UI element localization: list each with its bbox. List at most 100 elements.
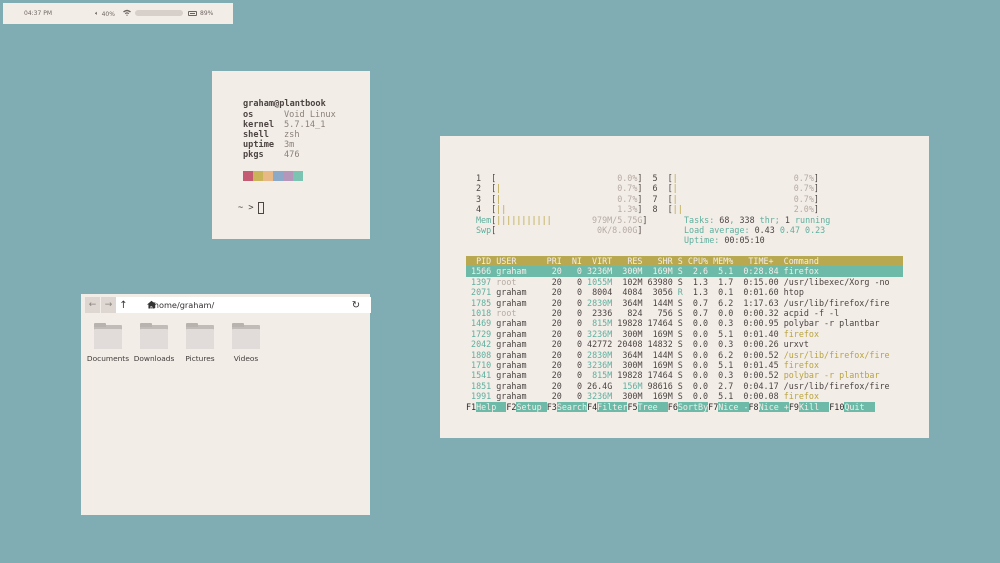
folder-item[interactable]: Documents [85,323,131,363]
folder-icon [186,323,214,349]
fkey-number: F4 [587,402,598,412]
volume-indicator[interactable]: 🔈︎ 40% [95,10,115,18]
folder-label: Downloads [133,354,175,363]
info-key: shell [243,130,269,140]
uptime: Uptime: 00:05:10 [684,235,765,246]
fkey-number: F8 [748,402,759,412]
process-row[interactable]: 1785 graham 20 0 2830M 364M 144M S 0.7 6… [466,298,890,308]
process-row[interactable]: 1808 graham 20 0 2830M 364M 144M S 0.0 6… [466,350,890,360]
color-swatch [243,171,253,181]
info-value: 5.7.14_1 [284,120,326,130]
process-row[interactable]: 1851 graham 20 0 26.4G 156M 98616 S 0.0 … [466,381,890,391]
folder-label: Videos [233,354,259,363]
info-value: 3m [284,140,295,150]
fkey-number: F7 [708,402,719,412]
shell-prompt[interactable]: ~ > [238,202,264,214]
color-palette [243,171,303,181]
tasks-summary: Tasks: 68, 338 thr; 1 running [684,214,831,225]
info-row-kernel: kernel 5.7.14_1 [243,120,325,130]
fkey-sortby[interactable]: SortBy [677,402,709,413]
arrow-right-icon: → [104,300,113,310]
arrow-left-icon: ← [88,300,97,310]
fkey-tree[interactable]: Tree [637,402,668,413]
info-key: kernel [243,120,275,130]
battery-value: 89% [200,10,214,17]
process-row[interactable]: 1991 graham 20 0 3236M 300M 169M S 0.0 5… [466,391,819,401]
clock: 04:37 PM [24,10,52,17]
battery-icon [188,11,197,16]
process-row[interactable]: 1469 graham 20 0 815M 19828 17464 S 0.0 … [466,318,879,328]
memory-meter: Mem[||||||||||| 979M/5.75G] [476,214,648,225]
cpu-meter-line: 2 [| 0.7%] 6 [| 0.7%] [476,183,819,194]
fkey-help[interactable]: Help [476,402,507,413]
process-row[interactable]: 1710 graham 20 0 3236M 300M 169M S 0.0 5… [466,360,819,370]
color-swatch [283,171,293,181]
status-bar: 04:37 PM 🔈︎ 40% 89% [3,3,233,24]
text-cursor [257,202,264,214]
reload-button[interactable]: ↻ [348,297,364,313]
function-key-bar: F1 Help F2 Setup F3 Search F4 Filter F5 Tree F6… [466,402,875,413]
location-bar: ← → ↑ /home/graham/ ↻ [85,297,371,313]
wifi-network-name [135,9,183,16]
info-value: 476 [284,150,300,160]
wifi-indicator[interactable] [123,9,183,16]
process-table-header: PID USER PRI NI VIRT RES SHR S CPU% MEM%… [466,256,819,266]
folder-item[interactable]: Downloads [131,323,177,363]
info-value: zsh [284,130,300,140]
cpu-meter-line: 1 [ 0.0%] 5 [| 0.7%] [476,173,819,183]
process-row[interactable]: 1018 root 20 0 2336 824 756 S 0.7 0.0 0:… [466,308,839,318]
process-row[interactable]: 1541 graham 20 0 815M 19828 17464 S 0.0 … [466,370,879,380]
fkey-nice-[interactable]: Nice + [758,402,789,413]
info-key: pkgs [243,150,264,160]
folder-icon [140,323,168,349]
folder-icon [94,323,122,349]
fkey-setup[interactable]: Setup [516,402,547,413]
load-5: 0.47 [779,225,800,235]
folder-item[interactable]: Videos [223,323,269,363]
color-swatch [253,171,263,181]
info-row-uptime: uptime 3m [243,140,294,150]
swap-meter: Swp[ 0K/8.00G] [476,225,643,235]
tasks-count: 68 [719,214,730,225]
fkey-number: F1 [466,402,477,412]
fkey-quit[interactable]: Quit [844,402,875,413]
load-1: 0.43 [754,225,775,235]
load-15: 0.23 [805,225,826,235]
home-icon [147,300,156,309]
prompt-symbol: ~ > [238,203,254,213]
process-row[interactable]: 1397 root 20 0 1055M 102M 63980 S 1.3 1.… [466,277,890,287]
fkey-number: F5 [627,402,638,412]
process-row[interactable]: 2071 graham 20 0 8004 4084 3056 R 1.3 0.… [466,287,804,297]
folder-label: Pictures [185,354,215,363]
file-manager-window[interactable]: ← → ↑ /home/graham/ ↻ Documents Downloads… [81,294,371,515]
htop-terminal[interactable]: 1 [ 0.0%] 5 [| 0.7%] 2 [| 0.7%] 6 [| 0.7%… [440,136,929,438]
forward-button[interactable]: → [101,297,116,313]
color-swatch [293,171,303,181]
battery-indicator: 89% [188,10,213,17]
process-row[interactable]: 1729 graham 20 0 3236M 300M 169M S 0.0 5… [466,329,819,339]
process-row[interactable]: 2042 graham 20 0 42772 20408 14832 S 0.0… [466,339,809,349]
color-swatch [273,171,283,181]
up-button[interactable]: ↑ [116,297,131,313]
info-row-os: os Void Linux [243,110,336,120]
back-button[interactable]: ← [85,297,100,313]
volume-value: 40% [101,10,115,18]
fkey-number: F6 [667,402,678,412]
process-row[interactable]: 1566 graham 20 0 3236M 300M 169M S 2.6 5… [466,266,819,276]
path-text: /home/graham/ [151,300,215,310]
fkey-kill[interactable]: Kill [798,402,830,413]
info-key: os [243,110,254,120]
fkey-number: F2 [506,402,517,412]
fkey-number: F9 [788,402,799,412]
info-row-pkgs: pkgs 476 [243,150,300,160]
fkey-search[interactable]: Search [556,402,588,413]
speaker-icon: 🔈︎ [95,10,99,17]
path-field[interactable]: /home/graham/ [131,297,371,313]
folder-item[interactable]: Pictures [177,323,223,363]
reload-icon: ↻ [351,299,361,311]
load-average: Load average: 0.43 0.47 0.23 [684,225,826,235]
wifi-icon [123,9,131,16]
neofetch-terminal[interactable]: graham@plantbook os Void Linux kernel 5.… [212,71,370,239]
fkey-nice--[interactable]: Nice - [718,402,749,413]
fkey-filter[interactable]: Filter [597,402,628,413]
